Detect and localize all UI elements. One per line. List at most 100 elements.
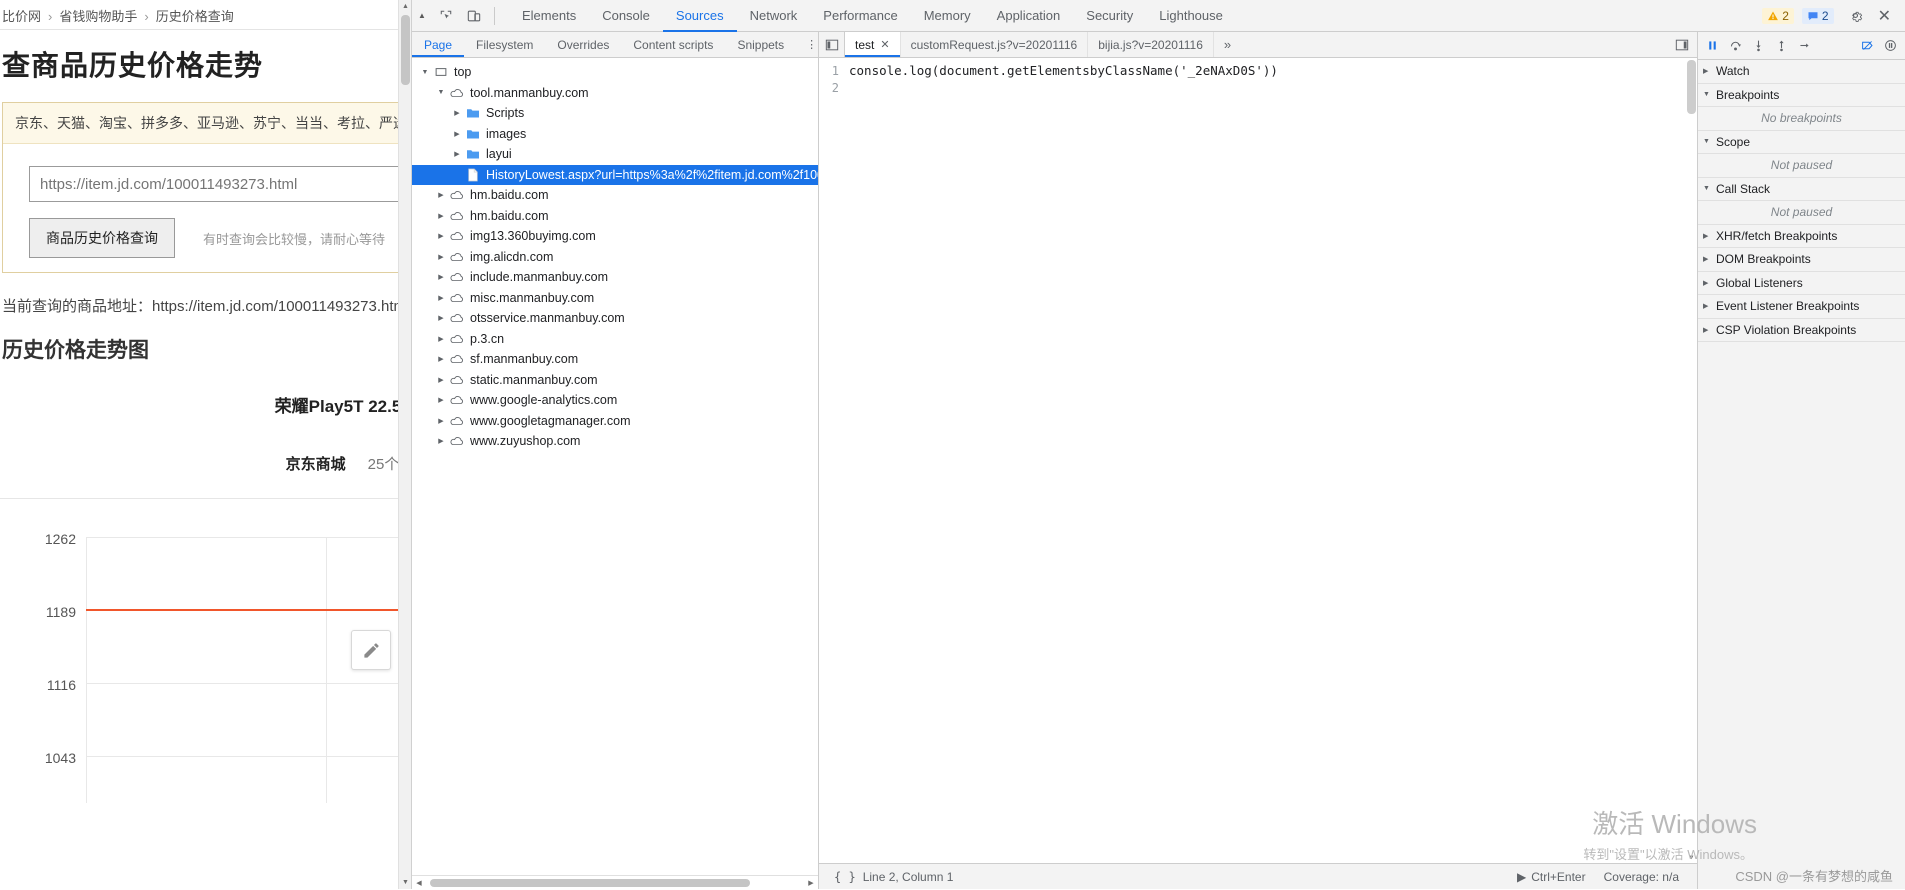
tree-item[interactable]: ▶ sf.manmanbuy.com [412,349,818,370]
tree-item[interactable]: ▶ img.alicdn.com [412,247,818,268]
navigator-tab-page[interactable]: Page [412,32,464,57]
tree-item[interactable]: ▶ www.google-analytics.com [412,390,818,411]
editor-tab[interactable]: bijia.js?v=20201116 [1088,32,1214,57]
product-url-input[interactable] [29,166,411,202]
navigator-tab-snippets[interactable]: Snippets [725,32,796,57]
tree-item[interactable]: ▶ www.googletagmanager.com [412,411,818,432]
debugger-section-dom-breakpoints[interactable]: ▶ DOM Breakpoints [1698,248,1905,272]
tree-item[interactable]: ▶ www.zuyushop.com [412,431,818,452]
debugger-section-xhr-fetch-breakpoints[interactable]: ▶ XHR/fetch Breakpoints [1698,225,1905,248]
tree-item[interactable]: ▶ misc.manmanbuy.com [412,288,818,309]
close-tab-icon[interactable]: ✕ [880,38,889,51]
tree-item[interactable]: ▶ Scripts [412,103,818,124]
chevron-right-icon[interactable]: ▶ [434,396,448,404]
pause-resume-icon[interactable] [1702,35,1723,57]
chevron-right-icon[interactable]: ▶ [434,294,448,302]
debugger-section-csp-violation-breakpoints[interactable]: ▶ CSP Violation Breakpoints [1698,319,1905,342]
devtools-tab-memory[interactable]: Memory [911,0,984,32]
pause-on-exceptions-icon[interactable] [1880,35,1901,57]
tree-item[interactable]: ▶ static.manmanbuy.com [412,370,818,391]
devtools-tab-lighthouse[interactable]: Lighthouse [1146,0,1236,32]
tree-item[interactable]: ▶ img13.360buyimg.com [412,226,818,247]
step-out-icon[interactable] [1771,35,1792,57]
chevron-down-icon[interactable]: ▼ [434,89,448,96]
devtools-tab-application[interactable]: Application [984,0,1074,32]
warning-badge[interactable]: 2 [1762,7,1794,24]
tree-item[interactable]: ▶ images [412,124,818,145]
editor-tab[interactable]: test ✕ [845,32,901,57]
editor-vertical-scrollbar[interactable]: ▲ ▼ [1686,58,1697,863]
debugger-section-scope[interactable]: ▼ Scope [1698,131,1905,154]
chevron-right-icon[interactable]: ▶ [434,273,448,281]
chevron-up-icon[interactable]: ▲ [412,0,432,32]
query-history-price-button[interactable]: 商品历史价格查询 [29,218,175,258]
chevron-right-icon[interactable]: ▶ [434,417,448,425]
inspect-element-icon[interactable] [432,3,460,29]
debugger-section-global-listeners[interactable]: ▶ Global Listeners [1698,272,1905,295]
tree-item[interactable]: ▶ p.3.cn [412,329,818,350]
page-scrollbar[interactable]: ▲ ▼ [398,0,411,889]
step-over-icon[interactable] [1725,35,1746,57]
tree-item[interactable]: ▶ hm.baidu.com [412,185,818,206]
devtools-tab-network[interactable]: Network [737,0,811,32]
step-icon[interactable] [1794,35,1815,57]
chevron-right-icon[interactable]: ▶ [434,314,448,322]
tree-item[interactable]: ▼ top [412,62,818,83]
chevron-right-icon[interactable]: ▶ [450,150,464,158]
chevron-double-right-icon[interactable]: » [1214,32,1241,57]
tree-item[interactable]: ▶ layui [412,144,818,165]
navigator-tab-content-scripts[interactable]: Content scripts [621,32,725,57]
breadcrumb-item-0[interactable]: 比价网 [2,9,41,24]
tree-item[interactable]: ▶ otsservice.manmanbuy.com [412,308,818,329]
debugger-section-breakpoints[interactable]: ▼ Breakpoints [1698,84,1905,107]
debugger-section-watch[interactable]: ▶ Watch [1698,60,1905,84]
devtools-tab-sources[interactable]: Sources [663,0,737,32]
chevron-right-icon[interactable]: ▶ [434,335,448,343]
message-badge[interactable]: 2 [1801,7,1834,24]
chevron-right-icon[interactable]: ▶ [434,355,448,363]
close-icon[interactable]: ✕ [1870,6,1899,26]
debugger-section-event-listener-breakpoints[interactable]: ▶ Event Listener Breakpoints [1698,295,1905,319]
chevron-down-icon[interactable]: ▼ [418,69,432,76]
device-toolbar-icon[interactable] [460,3,488,29]
chevron-right-icon[interactable]: ▶ [434,212,448,220]
chevron-right-icon[interactable]: ▶ [434,437,448,445]
show-debugger-icon[interactable] [1667,32,1697,57]
chart-edit-button[interactable] [351,630,391,670]
scroll-up-arrow-icon[interactable]: ▲ [399,0,411,13]
tree-item[interactable]: ▶ hm.baidu.com [412,206,818,227]
chevron-right-icon[interactable]: ▶ [434,253,448,261]
code-editor[interactable]: 1 console.log(document.getElementsbyClass… [819,58,1697,863]
breadcrumb-item-1[interactable]: 省钱购物助手 [59,9,137,24]
gear-icon[interactable] [1842,3,1870,29]
step-into-icon[interactable] [1748,35,1769,57]
devtools-tab-security[interactable]: Security [1073,0,1146,32]
tree-item[interactable]: ▼ tool.manmanbuy.com [412,83,818,104]
editor-scrollbar-thumb[interactable] [1687,60,1696,114]
navigator-horizontal-scrollbar[interactable]: ◀ ▶ [412,875,818,889]
deactivate-breakpoints-icon[interactable] [1857,35,1878,57]
devtools-tab-performance[interactable]: Performance [810,0,910,32]
scroll-left-arrow-icon[interactable]: ◀ [412,876,426,890]
debugger-section-call-stack[interactable]: ▼ Call Stack [1698,178,1905,201]
scroll-right-arrow-icon[interactable]: ▶ [804,876,818,890]
navigator-tab-filesystem[interactable]: Filesystem [464,32,545,57]
chevron-right-icon[interactable]: ▶ [450,109,464,117]
chevron-right-icon[interactable]: ▶ [450,130,464,138]
run-snippet-control[interactable]: ▶ Ctrl+Enter [1517,870,1586,884]
editor-scroll-down-icon[interactable]: ▼ [1686,852,1697,863]
chevron-right-icon[interactable]: ▶ [434,376,448,384]
chevron-right-icon[interactable]: ▶ [434,232,448,240]
chevron-right-icon[interactable]: ▶ [434,191,448,199]
navigator-scrollbar-thumb[interactable] [430,879,750,887]
page-scrollbar-thumb[interactable] [401,15,410,85]
editor-tab[interactable]: customRequest.js?v=20201116 [901,32,1089,57]
devtools-tab-console[interactable]: Console [589,0,663,32]
tree-item[interactable]: HistoryLowest.aspx?url=https%3a%2f%2fite… [412,164,818,185]
navigator-tab-overrides[interactable]: Overrides [545,32,621,57]
scroll-down-arrow-icon[interactable]: ▼ [399,876,411,889]
tree-item[interactable]: ▶ include.manmanbuy.com [412,267,818,288]
show-navigator-icon[interactable] [819,32,845,57]
devtools-tab-elements[interactable]: Elements [509,0,589,32]
pretty-print-icon[interactable]: { } [827,870,863,884]
